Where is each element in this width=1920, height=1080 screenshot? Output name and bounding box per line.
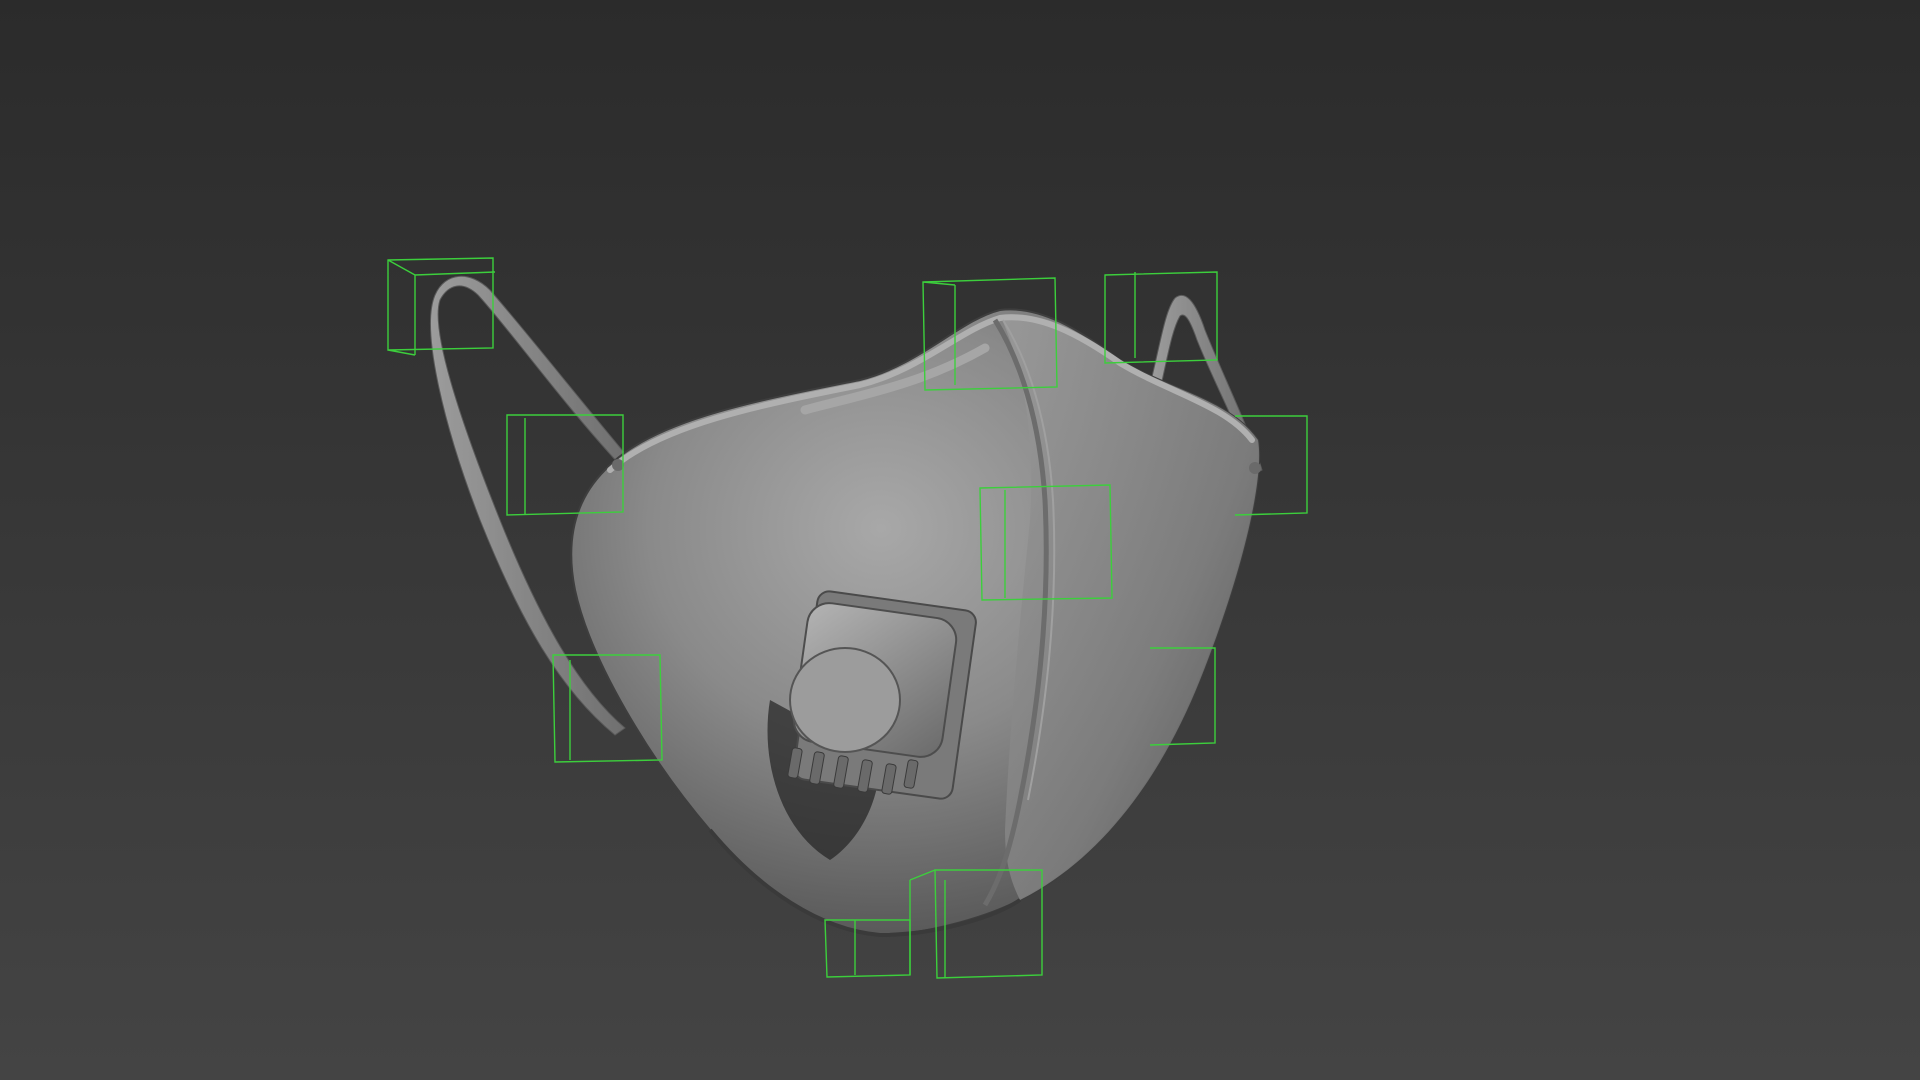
valve-round-button[interactable] — [789, 647, 901, 753]
mask-right-panel — [1000, 314, 1260, 901]
scene-canvas[interactable] — [0, 0, 1920, 1080]
left-strap-attachment — [612, 459, 624, 471]
3d-viewport[interactable] — [0, 0, 1920, 1080]
right-strap-attachment — [1249, 462, 1261, 474]
bounding-box[interactable] — [387, 257, 496, 356]
